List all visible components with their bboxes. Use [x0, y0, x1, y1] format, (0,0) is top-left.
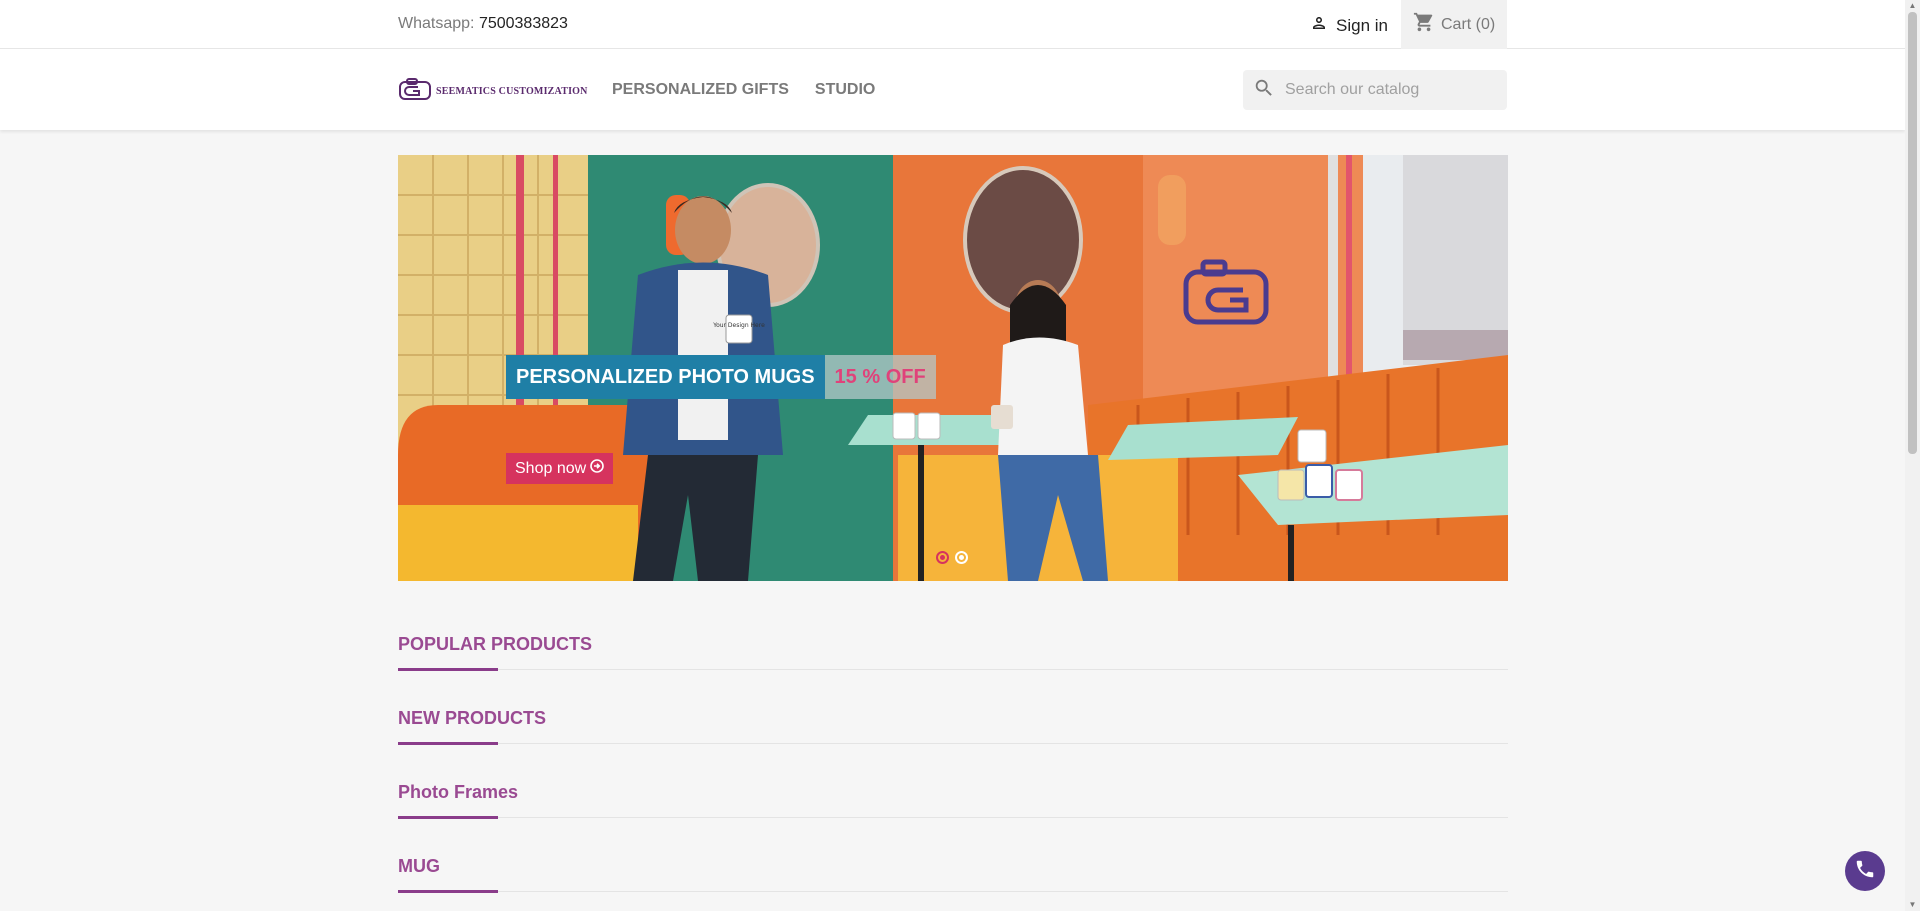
banner-discount: 15 % OFF [824, 355, 936, 399]
contact-number[interactable]: 7500383823 [479, 15, 568, 32]
section-title[interactable]: Photo Frames [398, 782, 1508, 803]
page-scrollbar[interactable]: ▲ ▼ [1905, 0, 1920, 911]
phone-icon [1854, 858, 1876, 885]
banner-title: PERSONALIZED PHOTO MUGS 15 % OFF [506, 355, 936, 399]
sign-in-label: Sign in [1336, 15, 1388, 35]
search-icon[interactable] [1253, 77, 1275, 104]
section-underline [398, 890, 498, 893]
carousel-indicators [936, 551, 968, 564]
user-icon [1310, 14, 1328, 37]
main-nav: PERSONALIZED GIFTS STUDIO [612, 81, 875, 99]
logo-text: SEEMATICS CUSTOMIZATION [436, 86, 588, 97]
mug-design-text: Your Design Here [712, 322, 765, 329]
search-input[interactable] [1285, 81, 1495, 99]
section-underline [398, 816, 498, 819]
section-underline [398, 668, 498, 671]
section-mug: MUG [398, 856, 1508, 893]
banner-title-text: PERSONALIZED PHOTO MUGS [506, 355, 825, 399]
scroll-thumb[interactable] [1908, 12, 1917, 454]
carousel-dot-1[interactable] [936, 551, 949, 564]
nav-item-studio[interactable]: STUDIO [815, 81, 875, 99]
section-title[interactable]: NEW PRODUCTS [398, 708, 1508, 729]
section-popular-products: POPULAR PRODUCTS [398, 634, 1508, 671]
shop-now-label: Shop now [515, 459, 587, 477]
cart-button[interactable]: Cart (0) [1401, 0, 1507, 49]
section-underline [398, 742, 498, 745]
section-title[interactable]: MUG [398, 856, 1508, 877]
section-new-products: NEW PRODUCTS [398, 708, 1508, 745]
sign-in-link[interactable]: Sign in [1310, 14, 1388, 37]
shop-now-button[interactable]: Shop now [506, 453, 614, 484]
contact-label: Whatsapp: [398, 15, 475, 32]
main-header: SEEMATICS CUSTOMIZATION PERSONALIZED GIF… [0, 49, 1905, 130]
scroll-up-arrow[interactable]: ▲ [1908, 1, 1917, 10]
hero-carousel[interactable]: Your Design Here PERSONALIZED PHOTO MUGS… [398, 155, 1508, 581]
cart-icon [1413, 11, 1435, 38]
nav-item-personalized-gifts[interactable]: PERSONALIZED GIFTS [612, 81, 789, 99]
top-bar: Whatsapp: 7500383823 Sign in Cart (0) [0, 0, 1905, 49]
call-button[interactable] [1845, 851, 1885, 891]
section-photo-frames: Photo Frames [398, 782, 1508, 819]
scroll-down-arrow[interactable]: ▼ [1908, 900, 1917, 909]
carousel-dot-2[interactable] [955, 551, 968, 564]
camera-logo-icon [398, 77, 432, 106]
cart-label: Cart (0) [1441, 15, 1496, 33]
section-title[interactable]: POPULAR PRODUCTS [398, 634, 1508, 655]
search-box [1243, 70, 1507, 110]
site-logo[interactable]: SEEMATICS CUSTOMIZATION [398, 77, 588, 106]
contact-info: Whatsapp: 7500383823 [398, 15, 568, 33]
arrow-circle-right-icon [590, 459, 604, 478]
